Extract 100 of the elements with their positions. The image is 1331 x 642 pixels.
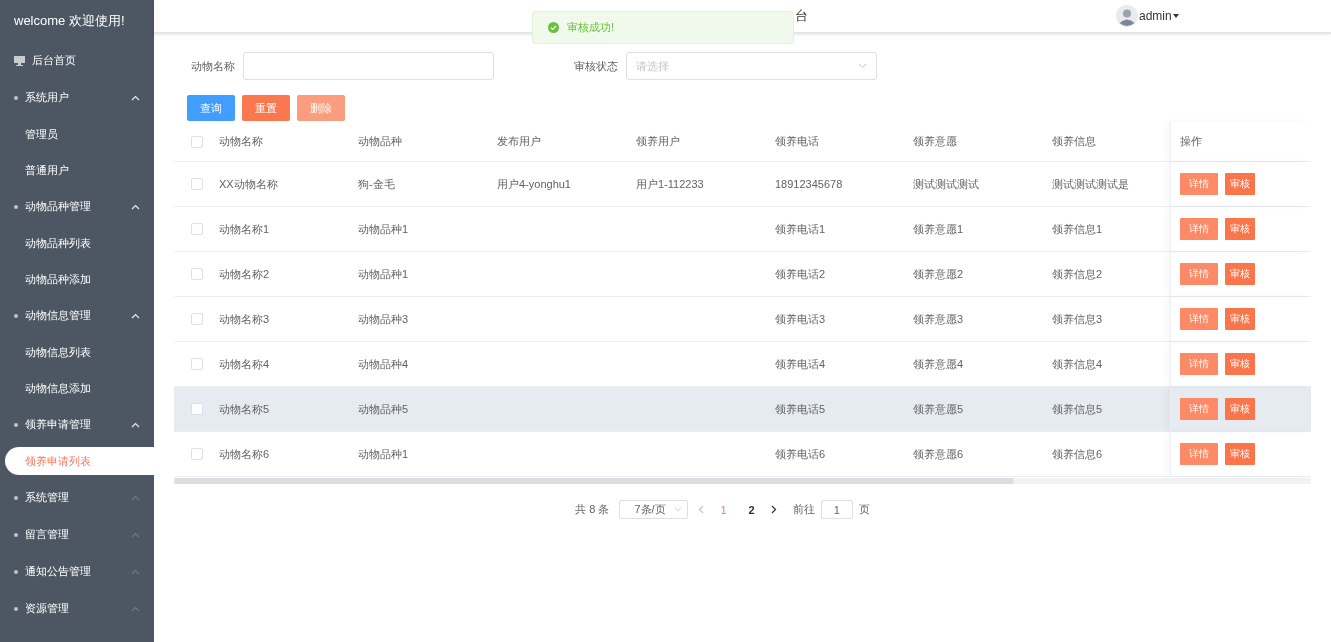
sidebar-group[interactable]: 系统用户 [0, 79, 154, 116]
row-checkbox[interactable] [190, 223, 203, 235]
success-icon [548, 22, 559, 33]
table-cell: 领养意愿4 [913, 357, 964, 370]
table-cell: 领养意愿1 [913, 222, 964, 235]
welcome-title: welcome 欢迎使用! [13, 12, 126, 30]
table-cell: 18912345678 [775, 178, 843, 190]
table-cell: 领养意愿6 [913, 447, 964, 460]
next-page-icon[interactable] [770, 505, 777, 514]
column-header: 领养意愿 [913, 135, 957, 147]
table-row[interactable]: 动物名称5 动物品种5 领养电话5 领养意愿5 领养信息5 详情 审核 [174, 387, 1311, 432]
table-cell: 领养意愿5 [913, 402, 964, 415]
table-cell: 领养电话1 [775, 222, 826, 235]
sidebar-subitem[interactable]: 管理员 [0, 116, 154, 152]
chevron-icon [131, 568, 140, 575]
chevron-icon [131, 605, 140, 612]
caret-icon[interactable] [1172, 14, 1179, 18]
row-checkbox[interactable] [190, 268, 203, 280]
sidebar-group[interactable]: 动物信息管理 [0, 297, 154, 334]
chevron-icon [131, 421, 140, 428]
table-cell: 领养电话4 [775, 357, 826, 370]
scrollbar-thumb[interactable] [174, 478, 1014, 484]
chevron-down-icon [858, 63, 867, 69]
table-cell: 动物名称4 [219, 357, 270, 370]
table-cell: 领养意愿2 [913, 267, 964, 280]
column-header: 动物名称 [219, 135, 263, 147]
table-cell: 动物名称6 [219, 447, 270, 460]
sidebar-subitem[interactable]: 普通用户 [0, 152, 154, 188]
table-row[interactable]: 动物名称3 动物品种3 领养电话3 领养意愿3 领养信息3 详情 审核 [174, 297, 1311, 342]
table-cell: 动物品种5 [358, 402, 409, 415]
table-cell: 领养电话6 [775, 447, 826, 460]
sidebar-subitem[interactable]: 动物信息添加 [0, 370, 154, 406]
table-cell: 领养信息3 [1052, 312, 1103, 325]
sidebar-subitem[interactable]: 动物品种添加 [0, 261, 154, 297]
name-input-field[interactable] [243, 52, 494, 80]
page-size-select[interactable]: 7条/页 [619, 500, 689, 519]
page-suffix: 页 [858, 502, 870, 517]
page-input-field[interactable]: 1 [820, 500, 853, 519]
chevron-icon [131, 494, 140, 501]
table-cell: 领养信息5 [1052, 402, 1103, 415]
chevron-down-icon [674, 507, 683, 512]
table-cell: 领养信息4 [1052, 357, 1103, 370]
sidebar-subitem[interactable]: 动物信息列表 [0, 334, 154, 370]
table-cell: 动物品种4 [358, 357, 409, 370]
column-header: 领养信息 [1052, 135, 1096, 147]
column-header: 操作 [1180, 134, 1202, 149]
table-cell: 用户1-112233 [636, 177, 704, 190]
column-header: 领养电话 [775, 135, 819, 147]
user-menu[interactable]: admin [1139, 9, 1172, 23]
table-cell: 领养信息2 [1052, 267, 1103, 280]
select-all-checkbox[interactable] [190, 135, 203, 148]
chevron-icon [131, 94, 140, 101]
field-label: 审核状态 [574, 58, 618, 74]
row-checkbox[interactable] [190, 403, 203, 415]
table-cell: 动物名称1 [219, 222, 270, 235]
table-cell: 领养信息1 [1052, 222, 1103, 235]
sidebar-item[interactable]: 后台首页 [0, 42, 154, 79]
table-cell: 领养电话2 [775, 267, 826, 280]
table-row[interactable]: XX动物名称 狗-金毛 用户4-yonghu1 用户1-112233 18912345678 测试测试测试 测试测试测试是 详情 审核 [174, 162, 1311, 207]
sidebar-group[interactable]: 资源管理 [0, 590, 154, 627]
table-cell: 用户4-yonghu1 [497, 177, 571, 190]
row-checkbox[interactable] [190, 448, 203, 460]
page-number[interactable]: 2 [742, 503, 761, 516]
avatar-icon[interactable] [1116, 5, 1138, 27]
row-checkbox[interactable] [190, 313, 203, 325]
table-cell: 领养信息6 [1052, 447, 1103, 460]
sidebar-group[interactable]: 领养申请管理 [0, 406, 154, 443]
sidebar-group[interactable]: 通知公告管理 [0, 553, 154, 590]
table-row[interactable]: 动物名称6 动物品种1 领养电话6 领养意愿6 领养信息6 详情 审核 [174, 432, 1311, 477]
table-row[interactable]: 动物名称1 动物品种1 领养电话1 领养意愿1 领养信息1 详情 审核 [174, 207, 1311, 252]
table-cell: 狗-金毛 [358, 177, 395, 190]
goto-label: 前往 [792, 502, 815, 517]
table-cell: 动物名称2 [219, 267, 270, 280]
column-header: 发布用户 [497, 135, 541, 147]
sidebar-item-label: 后台首页 [32, 53, 76, 68]
row-checkbox[interactable] [190, 178, 203, 190]
prev-page-icon[interactable] [698, 505, 705, 514]
toast-message: 审核成功! [567, 20, 615, 35]
field-label: 动物名称 [191, 58, 235, 74]
table-row[interactable]: 动物名称2 动物品种1 领养电话2 领养意愿2 领养信息2 详情 审核 [174, 252, 1311, 297]
table-cell: 测试测试测试是 [1052, 177, 1129, 190]
site-title: 台 [795, 7, 808, 25]
total-count: 共 8 条 [575, 502, 610, 517]
table-cell: 测试测试测试 [913, 177, 979, 190]
sidebar-group[interactable]: 系统管理 [0, 479, 154, 516]
table-cell: 领养意愿3 [913, 312, 964, 325]
row-checkbox[interactable] [190, 358, 203, 370]
sidebar-group[interactable]: 动物品种管理 [0, 188, 154, 225]
table-cell: 领养电话3 [775, 312, 826, 325]
table-cell: XX动物名称 [219, 177, 278, 190]
sidebar-group[interactable]: 留言管理 [0, 516, 154, 553]
table-cell: 动物名称3 [219, 312, 270, 325]
monitor-icon [14, 55, 25, 66]
table-cell: 动物品种1 [358, 222, 409, 235]
table-cell: 动物品种3 [358, 312, 409, 325]
table-cell: 动物品种1 [358, 267, 409, 280]
column-header: 领养用户 [636, 135, 680, 147]
chevron-icon [131, 203, 140, 210]
sidebar-subitem[interactable]: 动物品种列表 [0, 225, 154, 261]
column-header: 动物品种 [358, 135, 402, 147]
